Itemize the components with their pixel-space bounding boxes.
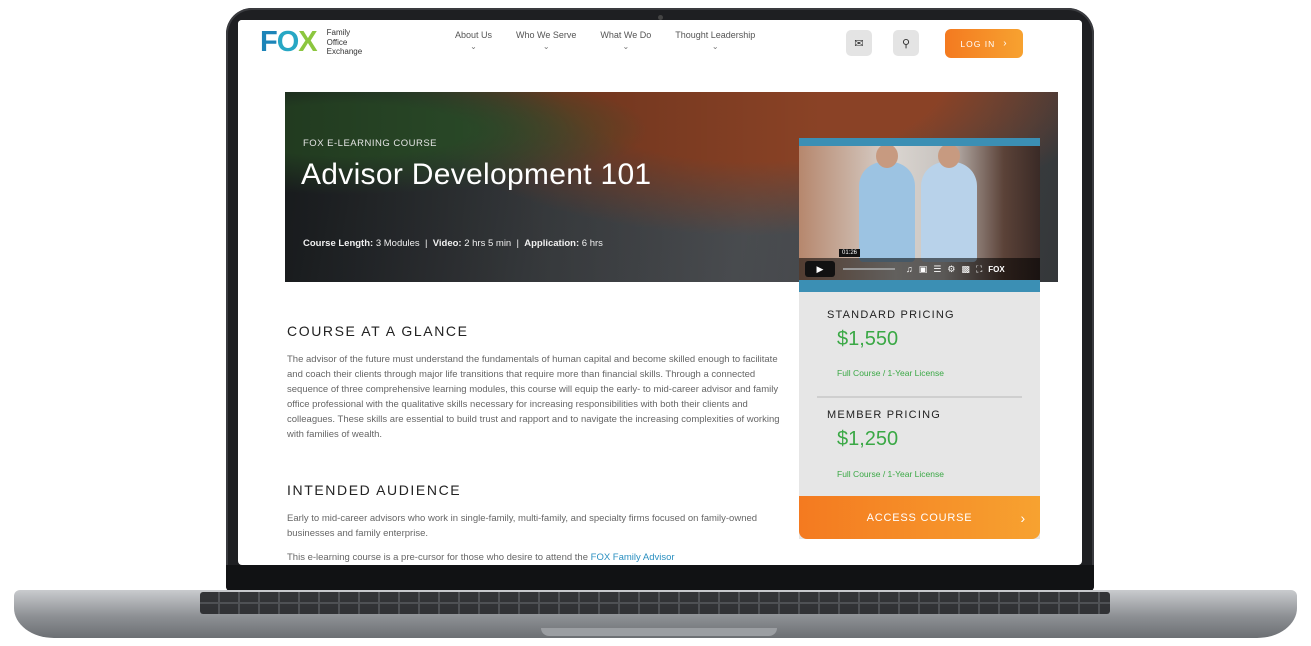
laptop-lid-notch: [541, 628, 777, 636]
member-price-note: Full Course / 1-Year License: [837, 469, 944, 479]
video-person: [859, 146, 915, 262]
nav-thought-leadership[interactable]: Thought Leadership ⌄: [663, 30, 767, 51]
logo-letter-o: O: [276, 26, 300, 58]
mail-button[interactable]: ✉: [846, 30, 872, 56]
chevron-down-icon: ⌄: [542, 42, 550, 51]
search-icon: ⚲: [901, 37, 911, 50]
nav-label: What We Do: [600, 30, 652, 40]
fox-logo[interactable]: FOX Family Office Exchange: [260, 26, 362, 59]
video-person-head: [938, 146, 960, 168]
course-title: Advisor Development 101: [301, 158, 652, 191]
video-length-value: 2 hrs 5 min: [464, 238, 512, 249]
course-eyebrow: FOX E-LEARNING COURSE: [303, 138, 438, 149]
login-label: LOG IN: [960, 38, 996, 49]
chevron-down-icon: ⌄: [622, 42, 630, 51]
course-length-value: 3 Modules: [375, 238, 420, 249]
intended-audience-heading: INTENDED AUDIENCE: [287, 482, 462, 498]
main-nav: About Us ⌄ Who We Serve ⌄ What We Do ⌄ T…: [443, 30, 767, 51]
settings-icon[interactable]: ⚙: [947, 264, 955, 275]
logo-letter-x: X: [298, 26, 317, 58]
course-at-a-glance-text: The advisor of the future must understan…: [287, 354, 780, 440]
member-price: $1,250: [837, 428, 899, 450]
laptop-keyboard: [200, 592, 1110, 614]
precursor-text: This e-learning course is a pre-cursor f…: [287, 550, 782, 565]
video-watermark: FOX: [988, 264, 1005, 274]
chapters-icon[interactable]: ☰: [933, 264, 941, 275]
member-pricing-label: MEMBER PRICING: [827, 409, 941, 421]
chevron-down-icon: ⌄: [470, 42, 477, 51]
volume-icon[interactable]: ♫: [906, 264, 913, 274]
video-person: [921, 146, 977, 262]
captions-icon[interactable]: ▣: [919, 264, 928, 275]
laptop-bezel-bottom: [226, 565, 1094, 592]
chevron-right-icon: ›: [1003, 38, 1008, 49]
site-header: FOX Family Office Exchange About Us ⌄ Wh…: [238, 20, 1082, 86]
chevron-down-icon: ⌄: [711, 42, 719, 51]
logo-text-line: Exchange: [326, 47, 363, 57]
chevron-right-icon: ›: [1020, 509, 1026, 526]
application-value: 6 hrs: [581, 238, 603, 249]
course-video-player[interactable]: 01:26 ▶ ♫ ▣ ☰ ⚙ ▩ ⛶ FOX: [799, 146, 1040, 280]
logo-text-line: Family: [326, 28, 351, 38]
video-time: 01:26: [839, 249, 861, 257]
standard-price-note: Full Course / 1-Year License: [837, 368, 944, 378]
access-course-label: ACCESS COURSE: [866, 511, 973, 524]
intended-audience-text: Early to mid-career advisors who work in…: [287, 513, 758, 539]
precursor-text-body: This e-learning course is a pre-cursor f…: [287, 552, 588, 563]
laptop-mockup: FOX Family Office Exchange About Us ⌄ Wh…: [0, 0, 1311, 646]
video-controls: ▶ ♫ ▣ ☰ ⚙ ▩ ⛶ FOX: [799, 258, 1040, 280]
video-length-label: Video:: [432, 238, 462, 249]
nav-what-we-do[interactable]: What We Do ⌄: [588, 30, 663, 51]
pricing-divider: [817, 396, 1022, 398]
logo-letter-f: F: [260, 26, 278, 58]
nav-label: About Us: [455, 30, 493, 40]
fullscreen-icon[interactable]: ⛶: [976, 264, 982, 275]
standard-pricing-label: STANDARD PRICING: [827, 309, 955, 321]
nav-label: Who We Serve: [516, 30, 577, 40]
video-person-head: [876, 146, 898, 168]
application-label: Application:: [524, 238, 580, 249]
play-button[interactable]: ▶: [805, 261, 835, 277]
standard-price: $1,550: [837, 328, 899, 350]
search-button[interactable]: ⚲: [893, 30, 919, 56]
course-meta: Course Length: 3 Modules | Video: 2 hrs …: [303, 238, 603, 249]
access-course-button[interactable]: ACCESS COURSE ›: [799, 496, 1040, 539]
mail-icon: ✉: [854, 37, 864, 50]
browser-viewport: FOX Family Office Exchange About Us ⌄ Wh…: [238, 20, 1082, 565]
logo-text-line: Office: [326, 37, 348, 47]
nav-label: Thought Leadership: [675, 30, 756, 40]
logo-text: Family Office Exchange: [327, 28, 363, 57]
course-length-label: Course Length:: [303, 238, 374, 249]
video-progress-bar[interactable]: [843, 268, 895, 270]
login-button[interactable]: LOG IN ›: [945, 29, 1023, 58]
nav-about-us[interactable]: About Us ⌄: [443, 30, 504, 51]
picture-in-picture-icon[interactable]: ▩: [961, 264, 970, 275]
play-icon: ▶: [816, 263, 824, 274]
nav-who-we-serve[interactable]: Who We Serve ⌄: [504, 30, 588, 51]
fox-family-advisor-link[interactable]: FOX Family Advisor: [591, 552, 675, 563]
logo-mark: FOX: [260, 26, 318, 59]
course-at-a-glance-heading: COURSE AT A GLANCE: [287, 323, 469, 339]
